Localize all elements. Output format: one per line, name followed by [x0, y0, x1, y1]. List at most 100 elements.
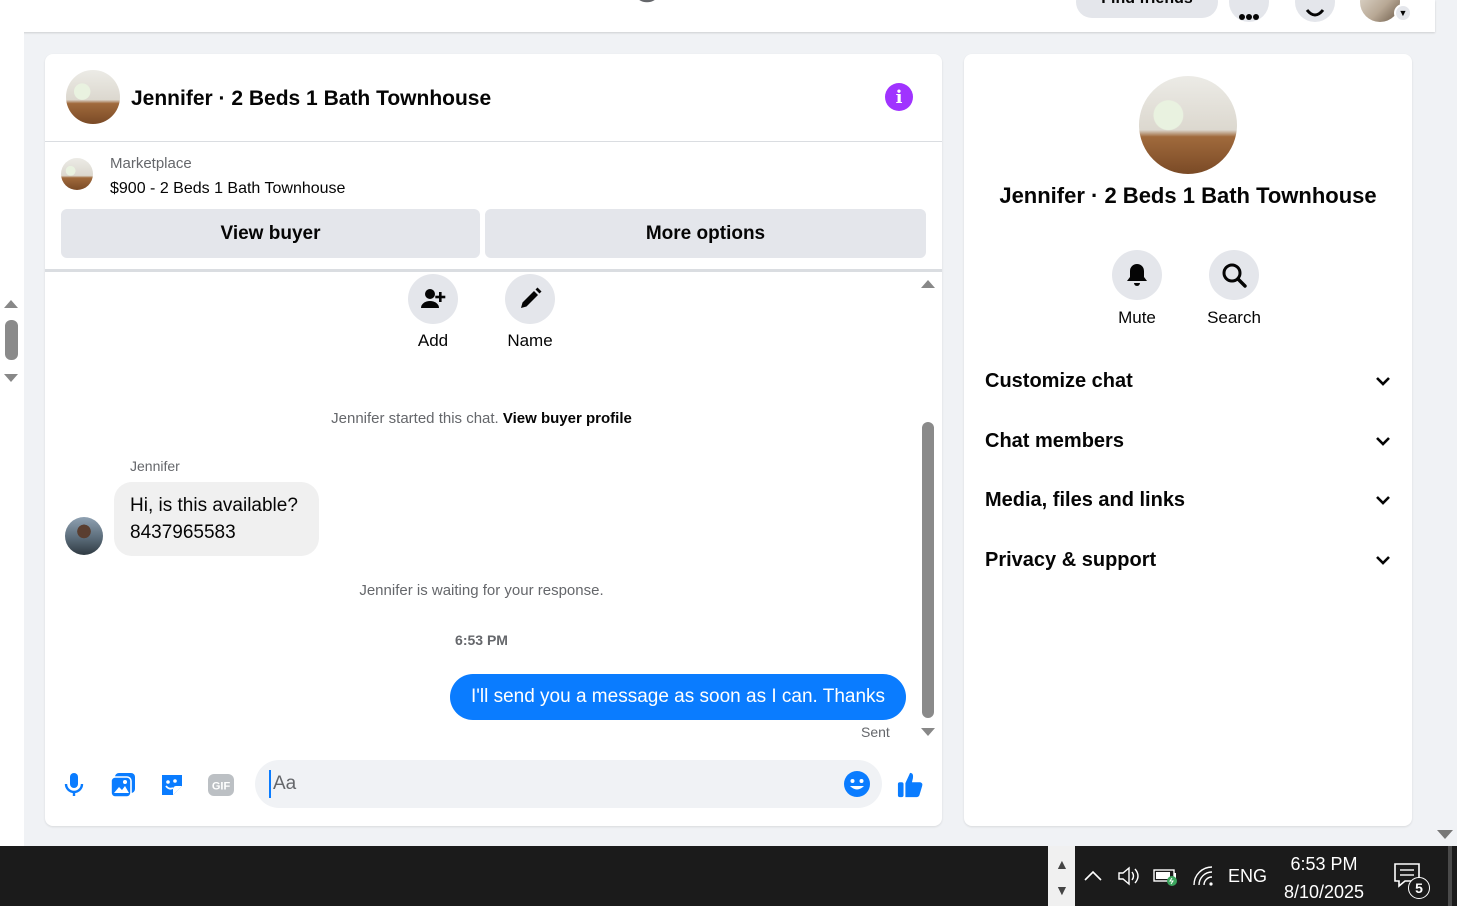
volume-button[interactable]	[1116, 864, 1142, 888]
chat-members-section[interactable]: Chat members	[985, 421, 1391, 461]
listing-thumbnail[interactable]	[61, 158, 93, 190]
marketplace-label: Marketplace	[110, 155, 192, 172]
chevron-down-icon	[1376, 377, 1390, 386]
marketplace-nav-icon[interactable]	[306, 0, 340, 12]
input-language-indicator[interactable]: ENG	[1228, 866, 1267, 887]
mute-action[interactable]: Mute	[1102, 250, 1172, 328]
add-people-action[interactable]: Add	[403, 274, 463, 351]
bell-icon	[1127, 264, 1147, 286]
search-button[interactable]	[1209, 250, 1259, 300]
media-files-links-section[interactable]: Media, files and links	[985, 480, 1391, 520]
chevron-down-icon	[1376, 496, 1390, 505]
find-friends-button[interactable]: Find friends	[1076, 0, 1218, 18]
taskbar-scroll-up-icon[interactable]: ▲	[1055, 856, 1069, 872]
messenger-button[interactable]	[1295, 0, 1335, 22]
emoji-icon[interactable]	[843, 770, 871, 798]
network-button[interactable]	[1190, 864, 1216, 888]
groups-nav-icon[interactable]	[468, 0, 502, 12]
section-label: Chat members	[985, 429, 1124, 452]
chevron-up-icon	[1084, 870, 1102, 881]
battery-button[interactable]	[1152, 864, 1180, 888]
account-chevron-down-icon[interactable]: ▼	[1394, 4, 1412, 22]
voice-clip-button[interactable]	[60, 771, 88, 799]
top-navigation-bar: Find friends ▼	[0, 0, 1435, 32]
attach-photo-button[interactable]	[109, 771, 137, 799]
conversation-info-panel: Jennifer · 2 Beds 1 Bath Townhouse Mute …	[964, 54, 1412, 826]
wifi-icon	[1193, 866, 1213, 886]
add-label: Add	[417, 331, 449, 350]
conversation-avatar[interactable]	[1139, 76, 1237, 174]
messages-scroll-down-arrow[interactable]	[921, 728, 935, 736]
incoming-message-bubble[interactable]: Hi, is this available? 8437965583	[114, 482, 319, 556]
search-label: Search	[1207, 308, 1261, 327]
battery-charging-icon	[1153, 869, 1177, 886]
waiting-notice: Jennifer is waiting for your response.	[359, 582, 604, 599]
chat-started-notice: Jennifer started this chat. View buyer p…	[45, 410, 918, 427]
view-buyer-button[interactable]: View buyer	[61, 209, 480, 258]
chat-avatar[interactable]	[66, 70, 120, 124]
conversation-title: Jennifer · 2 Beds 1 Bath Townhouse	[999, 183, 1377, 208]
section-label: Privacy & support	[985, 548, 1157, 571]
search-icon	[1222, 263, 1247, 288]
chat-title[interactable]: Jennifer · 2 Beds 1 Bath Townhouse	[131, 87, 491, 111]
notification-count-badge: 5	[1408, 877, 1430, 899]
message-timestamp: 6:53 PM	[455, 632, 508, 648]
taskbar-scroll[interactable]: ▲ ▼	[1048, 846, 1075, 906]
sent-status: Sent	[861, 724, 890, 740]
left-scrollbar-thumb[interactable]	[5, 320, 18, 360]
name-chat-action[interactable]: Name	[500, 274, 560, 351]
chat-header: Jennifer · 2 Beds 1 Bath Townhouse i	[45, 54, 942, 142]
search-action[interactable]: Search	[1199, 250, 1269, 328]
taskbar-scroll-down-icon[interactable]: ▼	[1055, 882, 1069, 898]
show-hidden-icons-button[interactable]	[1082, 864, 1104, 888]
clock-time: 6:53 PM	[1290, 854, 1358, 874]
taskbar: ▲ ▼ ENG 6:53 PM 8/10/2025 5	[0, 846, 1457, 906]
view-buyer-profile-link[interactable]: View buyer profile	[503, 410, 632, 427]
chat-panel: Jennifer · 2 Beds 1 Bath Townhouse i Mar…	[45, 54, 942, 826]
name-chat-button[interactable]	[505, 274, 555, 324]
message-input[interactable]	[269, 770, 829, 798]
messenger-icon	[1305, 9, 1325, 17]
divider	[45, 269, 942, 272]
mute-button[interactable]	[1112, 250, 1162, 300]
page-scroll-down-arrow[interactable]	[1437, 830, 1453, 839]
section-label: Customize chat	[985, 369, 1133, 392]
messages-scroll-up-arrow[interactable]	[921, 280, 935, 288]
conversation-info-icon[interactable]: i	[885, 83, 913, 111]
left-sidebar-strip	[0, 32, 24, 846]
sender-name: Jennifer	[130, 458, 180, 474]
name-label: Name	[507, 331, 553, 350]
pencil-icon	[521, 287, 542, 308]
listing-title[interactable]: $900 - 2 Beds 1 Bath Townhouse	[110, 180, 345, 198]
grid-menu-icon	[1239, 14, 1259, 20]
customize-chat-section[interactable]: Customize chat	[985, 361, 1391, 401]
add-person-icon	[421, 289, 446, 308]
thumbs-up-icon	[897, 772, 923, 798]
speaker-icon	[1118, 866, 1139, 886]
photo-icon	[110, 773, 135, 798]
gif-button[interactable]: GIF	[207, 771, 235, 799]
mute-label: Mute	[1118, 308, 1156, 327]
menu-button[interactable]	[1229, 0, 1269, 22]
profile-nav-icon[interactable]	[630, 0, 664, 12]
chat-started-text: Jennifer started this chat.	[331, 410, 499, 427]
incoming-message-line: Hi, is this available?	[130, 495, 298, 516]
chevron-down-icon	[1376, 556, 1390, 565]
more-options-button[interactable]: More options	[485, 209, 926, 258]
outgoing-message-bubble[interactable]: I'll send you a message as soon as I can…	[450, 674, 906, 720]
message-composer[interactable]	[255, 760, 882, 808]
incoming-message-phone: 8437965583	[130, 522, 236, 543]
gif-icon: GIF	[208, 774, 234, 796]
privacy-support-section[interactable]: Privacy & support	[985, 540, 1391, 580]
sender-avatar[interactable]	[65, 517, 103, 555]
left-scroll-down-arrow[interactable]	[4, 374, 18, 382]
add-people-button[interactable]	[408, 274, 458, 324]
chevron-down-icon	[1376, 437, 1390, 446]
sticker-button[interactable]	[158, 771, 186, 799]
clock[interactable]: 6:53 PM 8/10/2025	[1276, 850, 1372, 906]
section-label: Media, files and links	[985, 488, 1186, 511]
messages-scrollbar-thumb[interactable]	[922, 422, 934, 718]
left-scroll-up-arrow[interactable]	[4, 300, 18, 308]
send-like-button[interactable]	[897, 771, 925, 799]
show-desktop-button[interactable]	[1448, 846, 1452, 906]
